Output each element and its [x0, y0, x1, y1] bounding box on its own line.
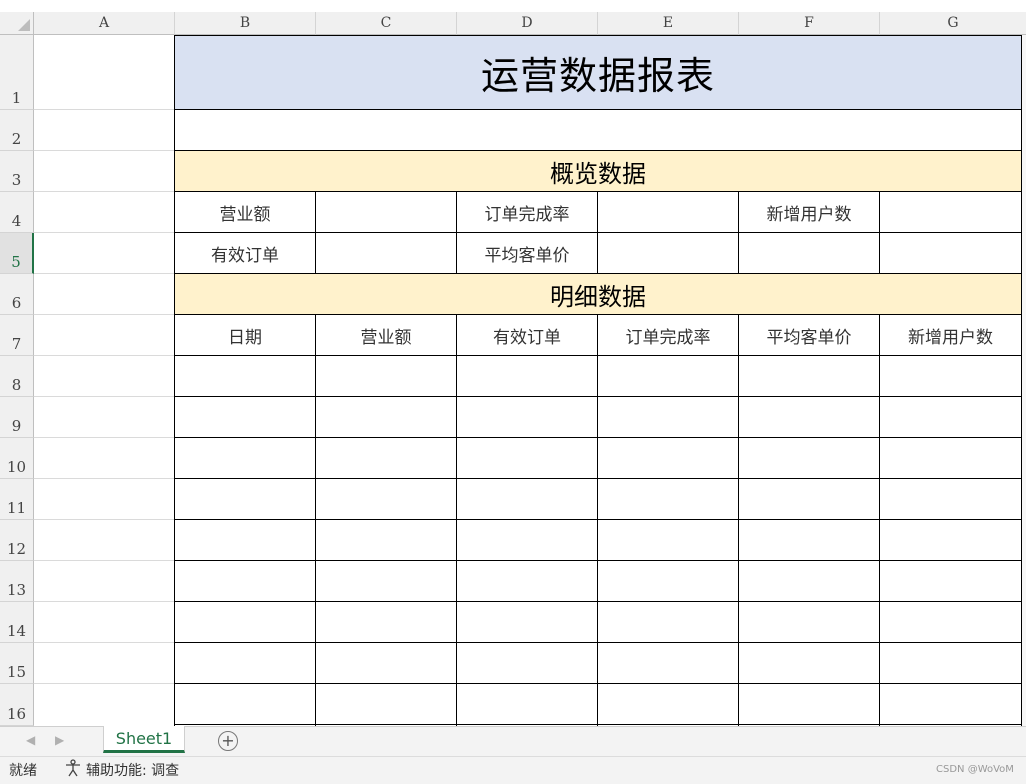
col-header-b[interactable]: B: [175, 12, 316, 35]
top-strip: [0, 0, 1026, 12]
gridline-row-6: [34, 314, 175, 315]
accessibility-person-icon: [66, 759, 80, 777]
blank-merged-row-2[interactable]: [174, 109, 1022, 151]
gridline-row-13: [34, 601, 175, 602]
avg-price-value-cell[interactable]: [597, 232, 739, 274]
scroll-tabs-left-icon[interactable]: ◀: [26, 733, 35, 747]
row-header-7[interactable]: 7: [0, 315, 34, 356]
gridline-row-10: [34, 478, 175, 479]
new-users-label-cell[interactable]: 新增用户数: [738, 191, 880, 233]
empty-cell-g5[interactable]: [879, 232, 1022, 274]
col-header-a[interactable]: A: [34, 12, 175, 35]
detail-data-grid[interactable]: [174, 355, 1022, 726]
detail-header-date[interactable]: 日期: [174, 314, 316, 356]
sheet-tab-sheet1[interactable]: Sheet1: [103, 726, 185, 753]
avg-price-label-cell[interactable]: 平均客单价: [456, 232, 598, 274]
gridline-row-4: [34, 232, 175, 233]
row-header-12[interactable]: 12: [0, 520, 34, 561]
row-header-4[interactable]: 4: [0, 192, 34, 233]
plus-circle-icon[interactable]: +: [218, 731, 238, 751]
row-header-14[interactable]: 14: [0, 602, 34, 643]
row-header-16[interactable]: 16: [0, 684, 34, 726]
grid-right-edge: [1022, 35, 1026, 726]
gridline-row-3: [34, 191, 175, 192]
gridline-row-11: [34, 519, 175, 520]
valid-orders-value-cell[interactable]: [315, 232, 457, 274]
row-header-2[interactable]: 2: [0, 110, 34, 151]
detail-section-header[interactable]: 明细数据: [174, 273, 1022, 315]
detail-grid-lines: [174, 355, 1022, 726]
col-header-f[interactable]: F: [739, 12, 880, 35]
completion-rate-value-cell[interactable]: [597, 191, 739, 233]
empty-cell-f5[interactable]: [738, 232, 880, 274]
completion-rate-label-cell[interactable]: 订单完成率: [456, 191, 598, 233]
detail-header-completion-rate[interactable]: 订单完成率: [597, 314, 739, 356]
select-all-triangle-icon: [18, 19, 30, 31]
gridline-row-8: [34, 396, 175, 397]
detail-header-revenue[interactable]: 营业额: [315, 314, 457, 356]
row-header-8[interactable]: 8: [0, 356, 34, 397]
row-header-3[interactable]: 3: [0, 151, 34, 192]
row-header-15[interactable]: 15: [0, 643, 34, 684]
row-header-10[interactable]: 10: [0, 438, 34, 479]
col-header-d[interactable]: D: [457, 12, 598, 35]
detail-header-valid-orders[interactable]: 有效订单: [456, 314, 598, 356]
gridline-row-7: [34, 355, 175, 356]
row-header-6[interactable]: 6: [0, 274, 34, 315]
gridline-row-12: [34, 560, 175, 561]
detail-header-new-users[interactable]: 新增用户数: [879, 314, 1022, 356]
gridline-row-2: [34, 150, 175, 151]
watermark: CSDN @WoVoM: [936, 764, 1014, 775]
gridline-row-9: [34, 437, 175, 438]
revenue-value-cell[interactable]: [315, 191, 457, 233]
scroll-tabs-right-icon[interactable]: ▶: [55, 733, 64, 747]
gridline-row-14: [34, 642, 175, 643]
gridline-row-1: [34, 109, 175, 110]
status-ready: 就绪: [9, 763, 37, 779]
row-header-1[interactable]: 1: [0, 35, 34, 110]
gridline-row-5: [34, 273, 175, 274]
row-header-5[interactable]: 5: [0, 233, 34, 274]
col-header-g[interactable]: G: [880, 12, 1026, 35]
gridline-row-15: [34, 683, 175, 684]
row-header-11[interactable]: 11: [0, 479, 34, 520]
col-header-e[interactable]: E: [598, 12, 739, 35]
overview-section-header[interactable]: 概览数据: [174, 150, 1022, 192]
accessibility-status[interactable]: 辅助功能: 调查: [86, 760, 179, 780]
new-users-value-cell[interactable]: [879, 191, 1022, 233]
detail-header-avg-price[interactable]: 平均客单价: [738, 314, 880, 356]
accessibility-icon[interactable]: [64, 759, 82, 777]
select-all-corner[interactable]: [0, 12, 34, 35]
revenue-label-cell[interactable]: 营业额: [174, 191, 316, 233]
row-header-9[interactable]: 9: [0, 397, 34, 438]
report-title-cell[interactable]: 运营数据报表: [174, 35, 1022, 110]
valid-orders-label-cell[interactable]: 有效订单: [174, 232, 316, 274]
col-header-c[interactable]: C: [316, 12, 457, 35]
row-header-13[interactable]: 13: [0, 561, 34, 602]
